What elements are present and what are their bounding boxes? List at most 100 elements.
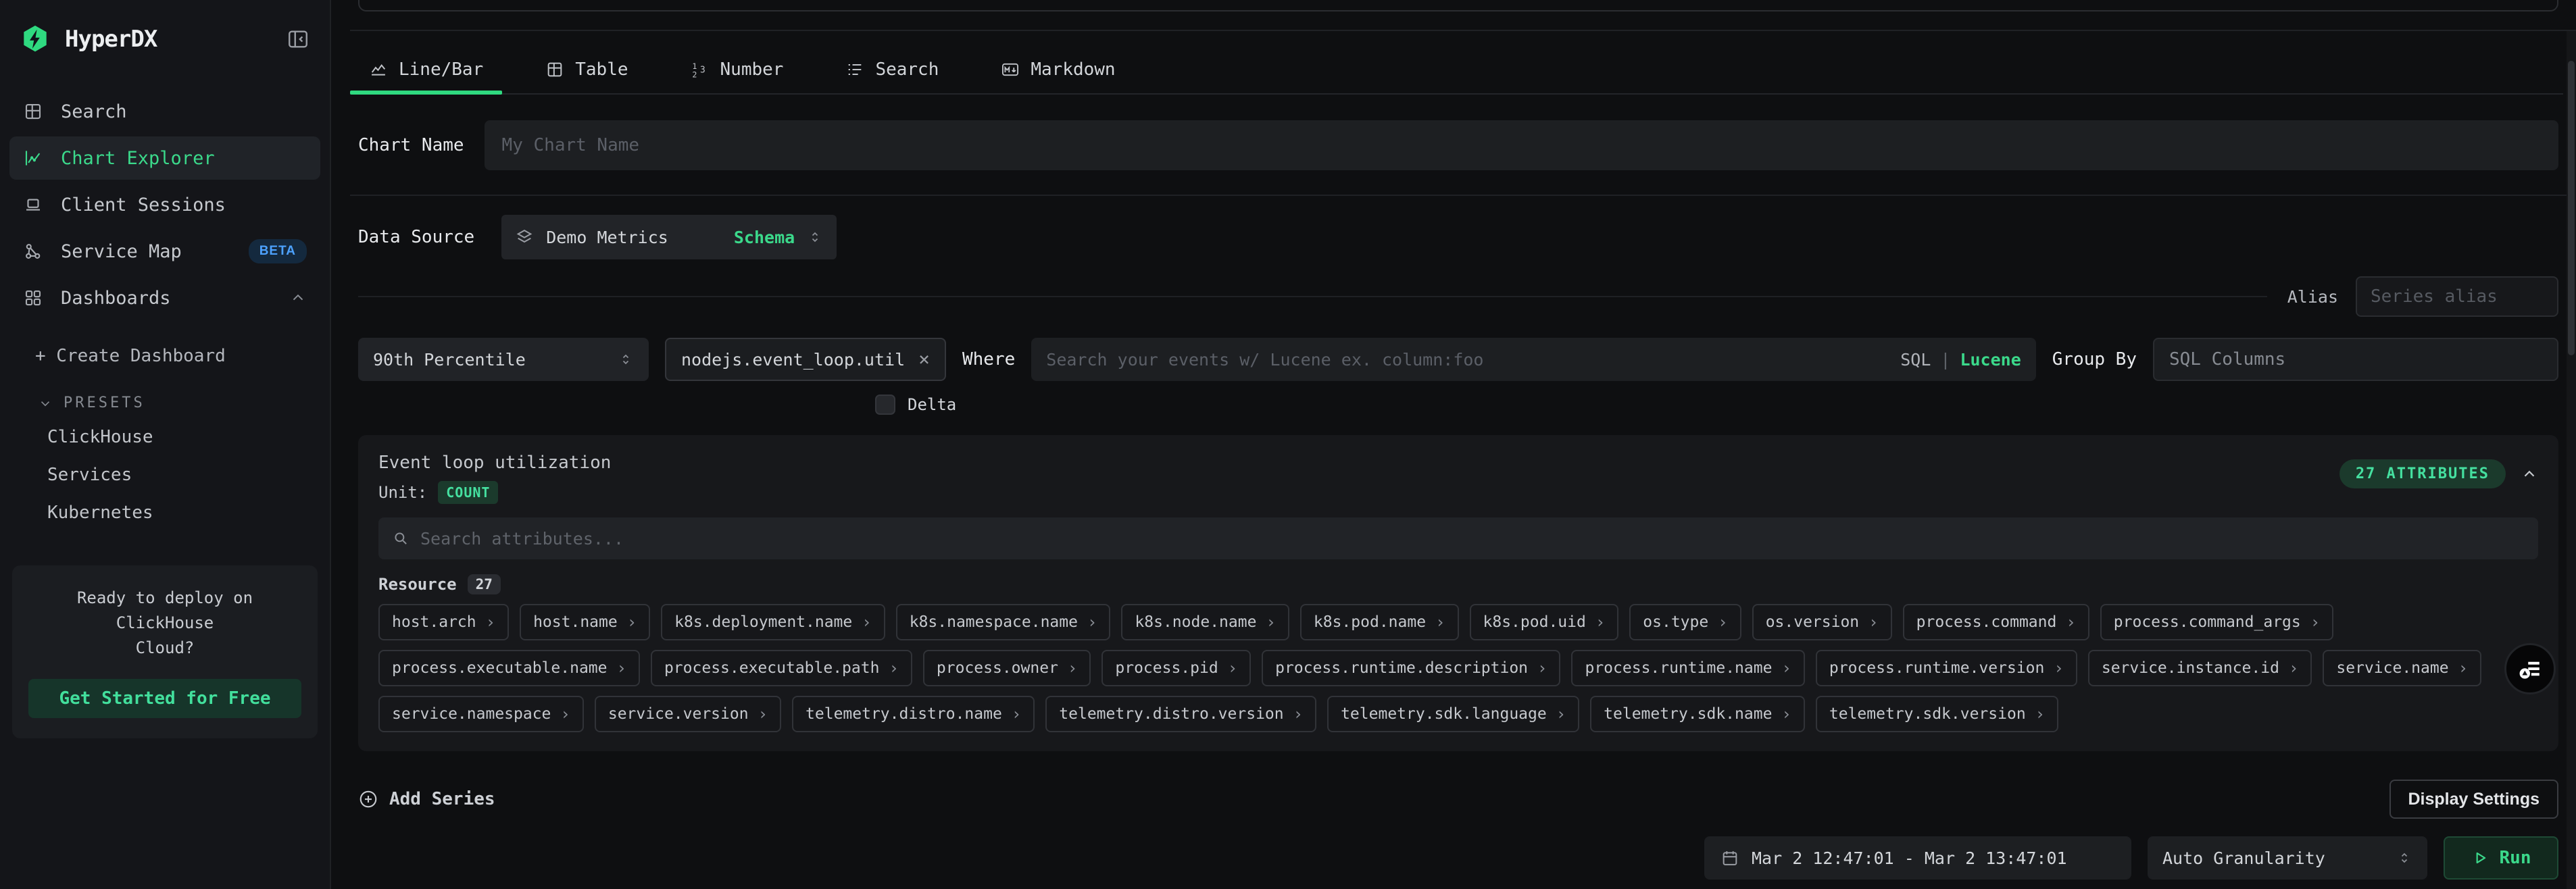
scrollbar-thumb[interactable] [2568,61,2575,355]
attribute-chip[interactable]: telemetry.distro.name› [792,696,1035,732]
attribute-chip[interactable]: process.command_args› [2100,604,2333,640]
sidebar-item-chart-explorer[interactable]: Chart Explorer [9,136,320,180]
alias-row: Alias [358,276,2558,318]
attribute-chip-row: host.arch› host.name› k8s.deployment.nam… [378,604,2538,640]
chevron-right-icon: › [1087,613,1097,632]
tab-label: Line/Bar [399,59,483,80]
sql-toggle[interactable]: SQL [1900,350,1931,370]
series-alias-input[interactable] [2371,286,2544,307]
attribute-chip-row: process.executable.name› process.executa… [378,650,2538,686]
attribute-chip[interactable]: process.pid› [1101,650,1251,686]
sidebar-item-service-map[interactable]: Service Map BETA [9,230,320,273]
presets-section-header[interactable]: PRESETS [0,395,330,411]
attribute-chip[interactable]: host.arch› [378,604,509,640]
add-series-button[interactable]: Add Series [358,789,495,809]
tab-label: Number [720,59,784,80]
sidebar-item-client-sessions[interactable]: Client Sessions [9,183,320,226]
attribute-chip[interactable]: telemetry.sdk.language› [1327,696,1579,732]
attribute-chip[interactable]: process.runtime.name› [1571,650,1804,686]
hyperdx-logo-icon [20,24,50,54]
list-search-icon [845,60,864,79]
attribute-chip[interactable]: telemetry.sdk.name› [1590,696,1805,732]
attributes-header-right: 27 ATTRIBUTES [2339,459,2538,488]
attribute-chip[interactable]: service.instance.id› [2088,650,2312,686]
chevron-right-icon: › [2066,613,2075,632]
search-icon [392,530,410,547]
chevron-down-icon [38,396,53,411]
sidebar-item-search[interactable]: Search [9,90,320,133]
attribute-chip[interactable]: k8s.pod.uid› [1470,604,1619,640]
unit-row: Unit: COUNT [378,481,611,504]
chevron-right-icon: › [486,613,495,632]
chevron-right-icon: › [2054,659,2063,678]
display-settings-button[interactable]: Display Settings [2389,780,2559,819]
chart-name-input[interactable] [502,135,2541,155]
alias-label: Alias [2287,287,2338,307]
delta-row: Delta [875,393,2558,416]
lucene-toggle[interactable]: Lucene [1960,350,2021,370]
tab-number[interactable]: 123 Number [672,46,803,93]
create-dashboard-button[interactable]: + Create Dashboard [0,346,330,366]
svg-text:3: 3 [700,66,705,76]
attribute-chip[interactable]: host.name› [520,604,650,640]
area-chart-icon [369,60,388,79]
chevron-right-icon: › [1293,705,1303,723]
tab-label: Markdown [1031,59,1115,80]
chevron-right-icon: › [1868,613,1878,632]
time-range-value: Mar 2 12:47:01 - Mar 2 13:47:01 [1752,848,2067,868]
tab-table[interactable]: Table [526,46,647,93]
attributes-search-input[interactable] [420,529,2525,549]
attribute-chip[interactable]: telemetry.sdk.version› [1816,696,2058,732]
chevron-right-icon: › [1556,705,1566,723]
attribute-chip[interactable]: k8s.deployment.name› [661,604,885,640]
attribute-chip[interactable]: service.version› [595,696,781,732]
chevron-up-icon[interactable] [289,289,307,307]
sidebar-item-dashboards[interactable]: Dashboards [9,276,320,320]
attribute-chip[interactable]: process.runtime.version› [1816,650,2077,686]
sidebar-item-label: Search [61,101,127,122]
granularity-select[interactable]: Auto Granularity [2148,836,2427,880]
time-range-picker[interactable]: Mar 2 12:47:01 - Mar 2 13:47:01 [1704,836,2131,880]
attribute-chip[interactable]: process.command› [1903,604,2089,640]
chevron-right-icon: › [2310,613,2320,632]
data-source-select[interactable]: Demo Metrics Schema [501,215,837,259]
attribute-chip[interactable]: service.namespace› [378,696,584,732]
attribute-chip[interactable]: k8s.namespace.name› [896,604,1111,640]
attribute-chip-row: service.namespace› service.version› tele… [378,696,2538,732]
series-editor-row: 90th Percentile nodejs.event_loop.util ×… [358,338,2558,381]
attribute-chip[interactable]: service.name› [2323,650,2481,686]
schema-link[interactable]: Schema [734,228,795,247]
group-by-input[interactable] [2169,349,2542,370]
sidebar: HyperDX Search Chart Explorer Client Ses… [0,0,331,889]
attribute-chip[interactable]: os.version› [1752,604,1892,640]
where-search-input[interactable] [1046,350,1889,370]
preset-item[interactable]: ClickHouse [0,418,330,456]
aggregation-select[interactable]: 90th Percentile [358,338,649,381]
feedback-widget-button[interactable] [2504,643,2556,694]
tab-search[interactable]: Search [826,46,958,93]
chevron-right-icon: › [627,613,637,632]
attribute-chip[interactable]: process.executable.name› [378,650,640,686]
attribute-chip[interactable]: telemetry.distro.version› [1045,696,1316,732]
close-icon[interactable]: × [918,350,930,369]
tab-markdown[interactable]: Markdown [982,46,1134,93]
metric-chip[interactable]: nodejs.event_loop.util × [665,338,946,381]
attribute-chip[interactable]: k8s.pod.name› [1300,604,1459,640]
attribute-chip[interactable]: process.owner› [923,650,1091,686]
preset-item[interactable]: Kubernetes [0,494,330,532]
get-started-button[interactable]: Get Started for Free [28,679,301,718]
tab-label: Search [875,59,939,80]
chevron-up-icon[interactable] [2521,465,2538,483]
delta-checkbox[interactable] [875,395,895,415]
logo-row: HyperDX [0,0,330,54]
attribute-chip[interactable]: process.executable.path› [651,650,912,686]
tab-line-bar[interactable]: Line/Bar [350,46,502,93]
attribute-chip[interactable]: k8s.node.name› [1121,604,1289,640]
toggle-separator: | [1940,350,1950,370]
collapse-sidebar-icon[interactable] [287,28,309,51]
chevron-right-icon: › [560,705,570,723]
run-button[interactable]: Run [2444,836,2558,880]
attribute-chip[interactable]: os.type› [1629,604,1741,640]
attribute-chip[interactable]: process.runtime.description› [1262,650,1560,686]
preset-item[interactable]: Services [0,456,330,494]
